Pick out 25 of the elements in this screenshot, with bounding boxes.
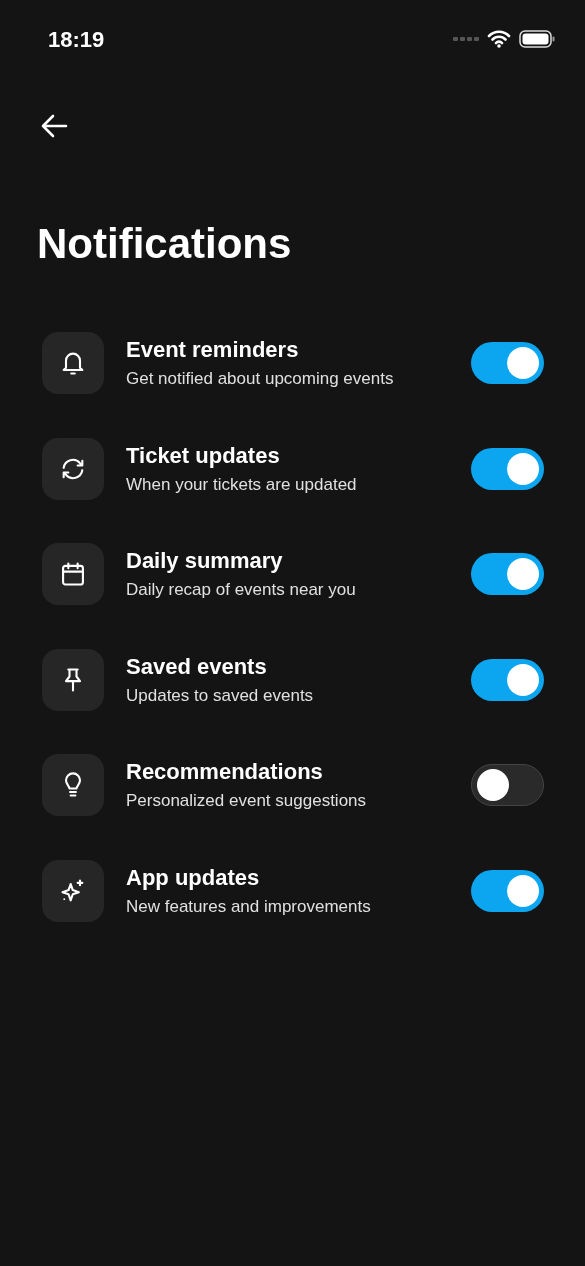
back-arrow-icon (40, 114, 68, 138)
battery-icon (519, 30, 555, 48)
setting-title: Ticket updates (126, 441, 281, 470)
setting-description: When your tickets are updated (126, 473, 358, 496)
toggle-switch[interactable] (471, 553, 544, 595)
toggle-switch[interactable] (471, 869, 544, 912)
setting-title: Event reminders (126, 336, 300, 364)
setting-description: New features and improvements (126, 895, 372, 918)
setting-description: Personalized event suggestions (126, 790, 368, 812)
setting-title: Recommendations (126, 758, 324, 786)
toggle-switch[interactable] (471, 764, 544, 806)
page-title: Notifications (36, 219, 293, 269)
setting-title: Saved events (126, 652, 268, 681)
setting-description: Daily recap of events near you (126, 579, 357, 601)
status-time: 18:19 (48, 25, 105, 54)
wifi-icon (487, 30, 511, 48)
toggle-switch[interactable] (471, 658, 544, 701)
setting-title: App updates (126, 863, 261, 892)
toggle-switch[interactable] (471, 447, 544, 490)
setting-description: Get notified about upcoming events (126, 368, 395, 390)
signal-icon (453, 36, 479, 42)
setting-description: Updates to saved events (126, 684, 315, 707)
toggle-switch[interactable] (471, 342, 544, 384)
calendar-icon (59, 560, 87, 588)
setting-title: Daily summary (126, 547, 284, 575)
